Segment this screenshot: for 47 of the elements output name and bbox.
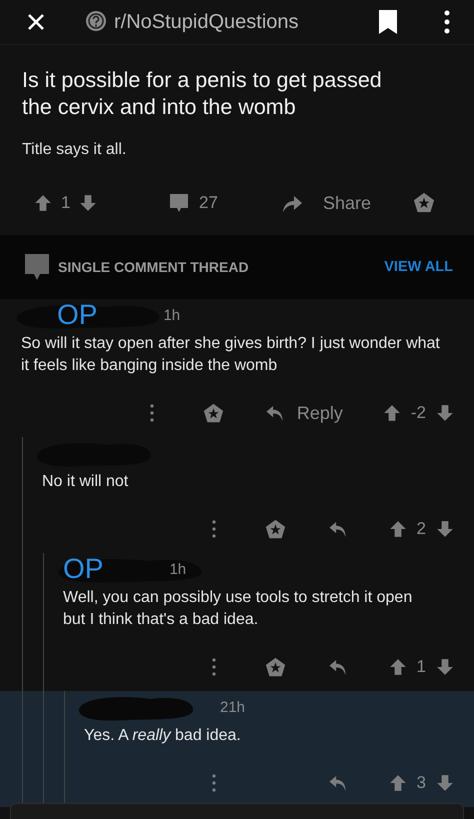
comment-text: So will it stay open after she gives birth? I just wonder what it feels like banging inside the womb — [21, 334, 441, 376]
comment-icon — [24, 253, 50, 281]
post-title: Is it possible for a penis to get passed the cervix and into the womb — [22, 67, 383, 121]
subreddit-name[interactable]: r/NoStupidQuestions — [114, 10, 299, 34]
comment-icon[interactable] — [169, 193, 189, 213]
comment-time: 21h — [220, 698, 246, 716]
upvote-icon[interactable] — [382, 404, 401, 422]
comment-text: Well, you can possibly use tools to stretch it open but I think that's a bad idea. — [63, 588, 414, 630]
thread-label: SINGLE COMMENT THREAD — [58, 259, 249, 275]
downvote-icon[interactable] — [436, 520, 454, 538]
view-all-link[interactable]: VIEW ALL — [384, 259, 453, 275]
award-icon[interactable] — [265, 656, 286, 678]
upvote-icon[interactable] — [34, 194, 52, 212]
comment-time: 1h — [169, 560, 186, 578]
op-label: OP — [57, 299, 98, 331]
op-label: OP — [63, 553, 104, 585]
comment-score: 1 — [416, 657, 426, 677]
award-icon[interactable] — [265, 518, 286, 540]
close-icon[interactable] — [26, 12, 46, 32]
question-bubble-icon — [84, 10, 108, 34]
reply-icon[interactable] — [328, 774, 348, 792]
reply-icon[interactable] — [328, 520, 348, 538]
comment-time: 1h — [163, 306, 180, 324]
award-icon[interactable] — [203, 402, 224, 424]
comment-text: No it will not — [42, 472, 130, 492]
comment-score: 3 — [416, 773, 426, 793]
reply-icon[interactable] — [328, 658, 348, 676]
upvote-icon[interactable] — [388, 774, 407, 792]
comment-score: 2 — [416, 519, 426, 539]
more-icon[interactable] — [444, 10, 450, 34]
share-button[interactable]: Share — [281, 192, 372, 214]
downvote-icon[interactable] — [436, 658, 454, 676]
upvote-icon[interactable] — [388, 658, 407, 676]
downvote-icon[interactable] — [79, 194, 98, 212]
share-icon — [281, 193, 303, 213]
post-body: Title says it all. — [22, 141, 128, 159]
award-icon[interactable] — [413, 192, 436, 214]
comment-text: Yes. A really bad idea. — [84, 726, 242, 746]
reply-icon — [264, 404, 285, 422]
post-score: 1 — [61, 193, 70, 213]
bookmark-icon[interactable] — [378, 9, 398, 35]
comment-score: -2 — [410, 403, 426, 423]
upvote-icon[interactable] — [388, 520, 407, 538]
reply-button[interactable]: Reply — [244, 402, 363, 424]
comment-count: 27 — [199, 193, 218, 213]
downvote-icon[interactable] — [436, 774, 454, 792]
downvote-icon[interactable] — [436, 404, 454, 422]
